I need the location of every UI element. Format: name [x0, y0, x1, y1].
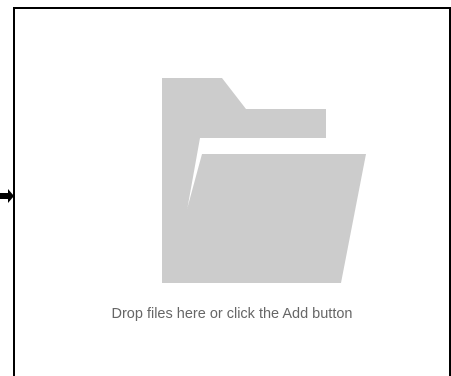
file-drop-zone[interactable]: Drop files here or click the Add button [13, 7, 451, 376]
drop-hint-text: Drop files here or click the Add button [111, 306, 353, 322]
folder-open-icon [162, 78, 366, 283]
arrow-pointer-icon [0, 189, 14, 203]
upload-stage: Drop files here or click the Add button [0, 0, 451, 376]
